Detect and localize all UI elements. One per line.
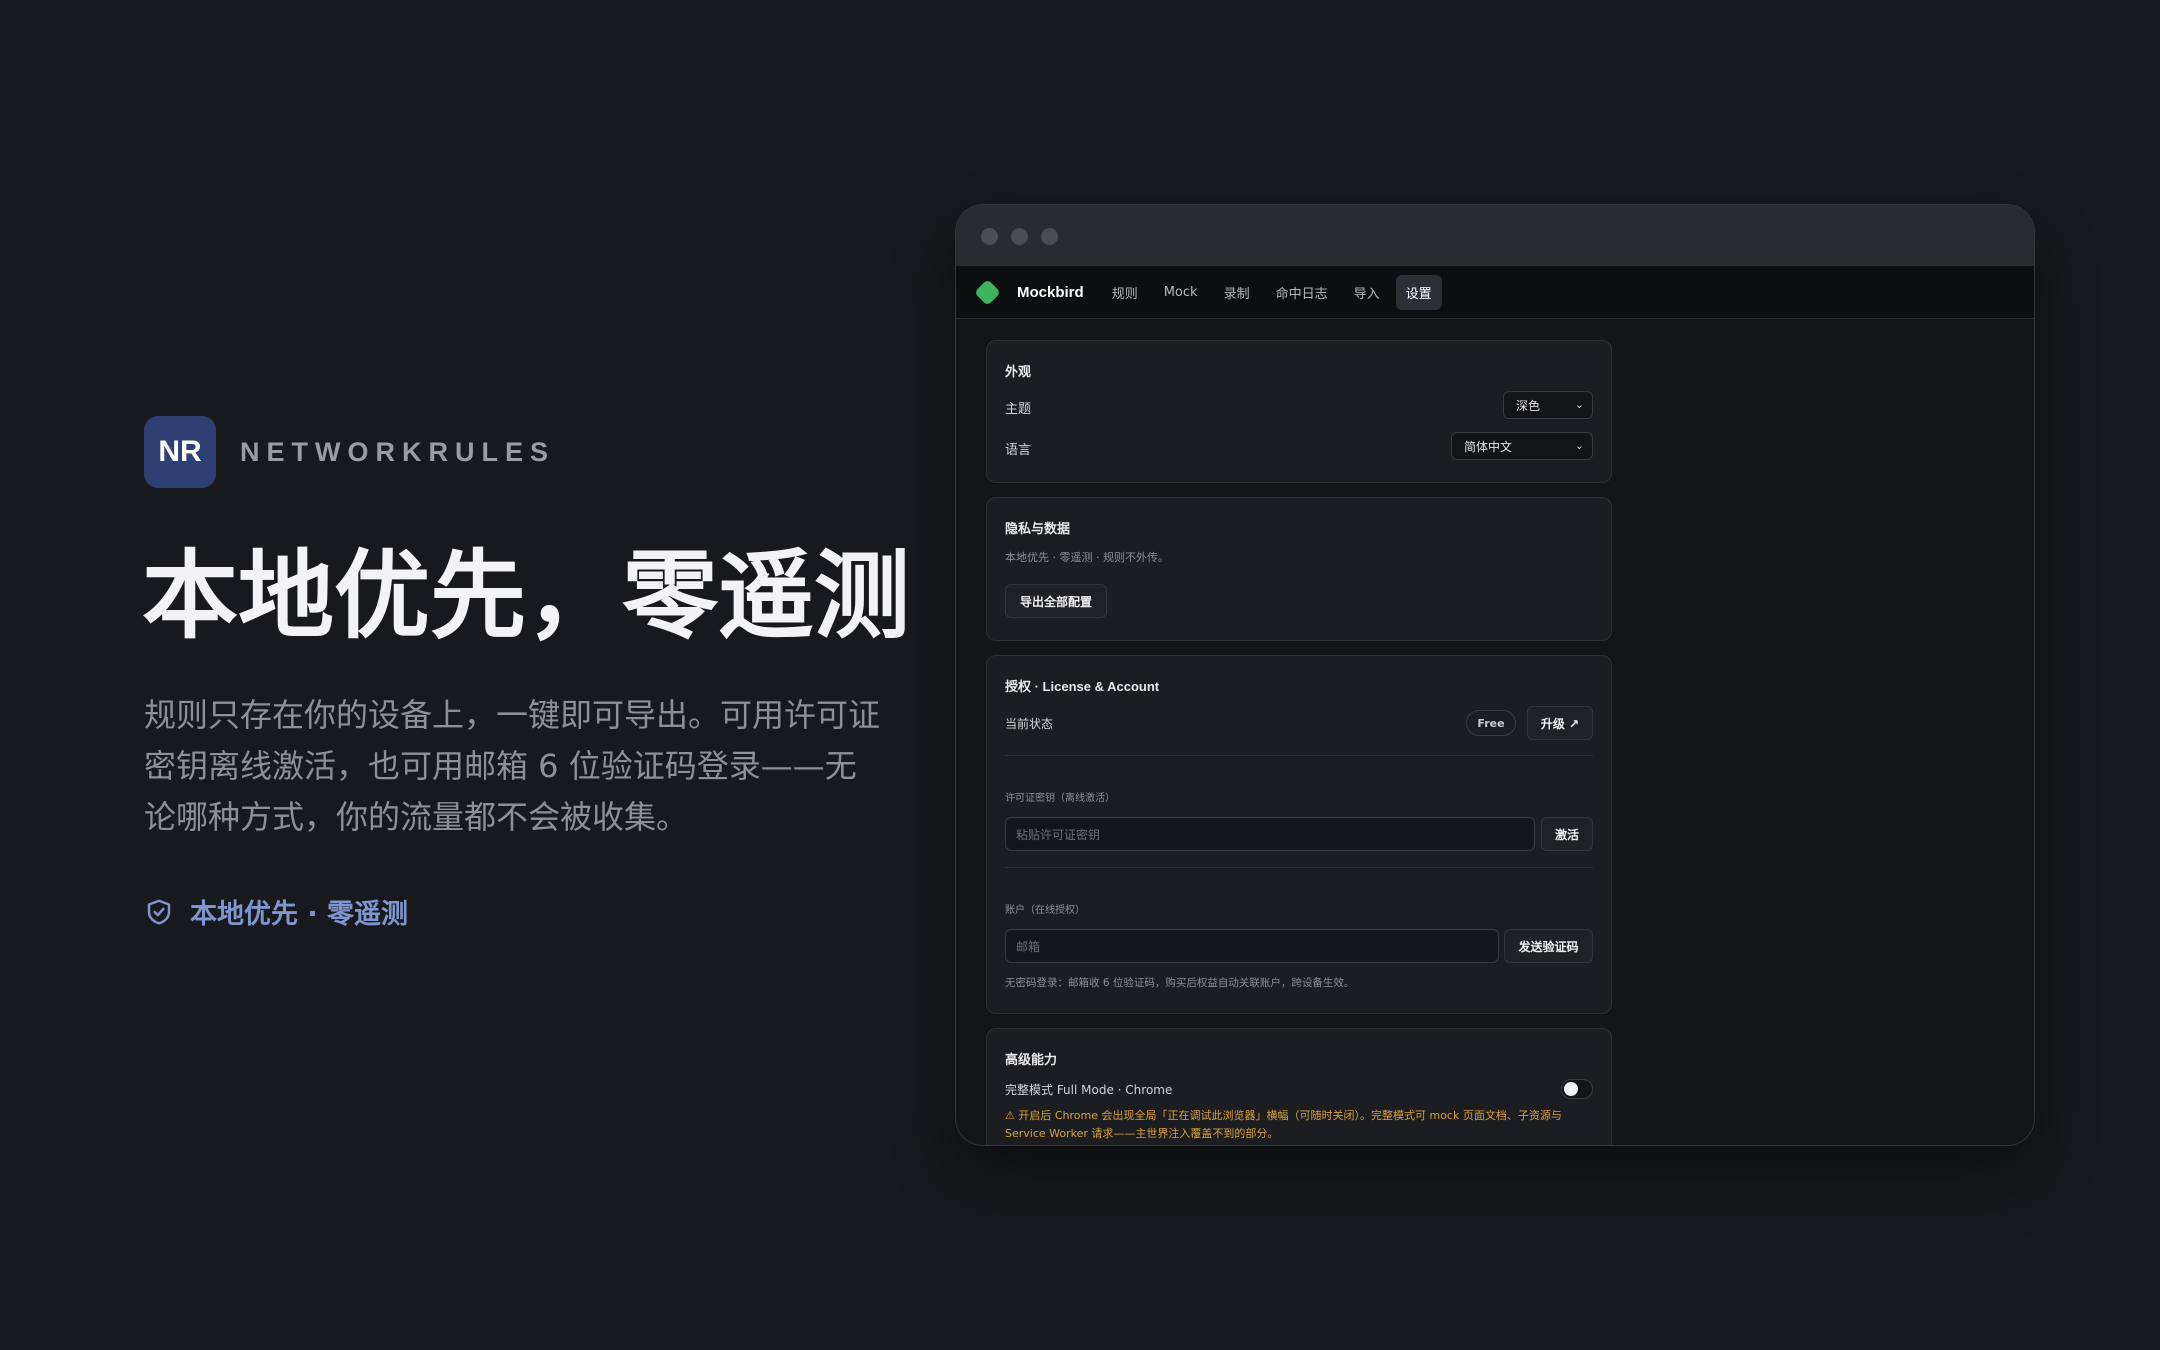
nav-tab-settings[interactable]: 设置 [1395,274,1442,310]
nav-tab-mock[interactable]: Mock [1154,277,1208,308]
window-close-dot[interactable] [981,228,998,245]
privacy-title: 隐私与数据 [1005,522,1071,537]
nav-tab-rules[interactable]: 规则 [1102,275,1148,310]
theme-select[interactable]: 深色 ⌄ [1503,391,1593,419]
window-titlebar [956,205,2034,266]
license-card: 授权 · License & Account 当前状态 Free 升级 ↗ 许可… [986,655,1612,1014]
license-key-label: 许可证密钥（离线激活） [1005,793,1115,804]
privacy-card: 隐私与数据 本地优先 · 零遥测 · 规则不外传。 导出全部配置 [986,497,1612,641]
language-select[interactable]: 简体中文 ⌄ [1451,432,1593,460]
activate-button[interactable]: 激活 [1541,817,1593,851]
hero-description: 规则只存在你的设备上，一键即可导出。可用许可证密钥离线激活，也可用邮箱 6 位验… [144,696,881,836]
hero-headline: 本地优先，零遥测 [142,540,910,652]
window-minimize-dot[interactable] [1011,228,1028,245]
chevron-down-icon: ⌄ [1574,439,1584,452]
nav-tab-record[interactable]: 录制 [1214,275,1260,310]
theme-select-value: 深色 [1516,398,1541,413]
language-label: 语言 [1005,443,1032,458]
advanced-card: 高级能力 完整模式 Full Mode · Chrome ⚠ 开启后 Chrom… [986,1028,1612,1145]
appearance-card: 外观 主题 深色 ⌄ 语言 简体中文 ⌄ [986,340,1612,483]
upgrade-button[interactable]: 升级 ↗ [1527,706,1593,740]
account-label: 账户（在线授权） [1005,905,1085,916]
app-navbar: Mockbird 规则 Mock 录制 命中日志 导入 设置 [956,266,2034,319]
nav-tab-import[interactable]: 导入 [1344,275,1390,310]
full-mode-label: 完整模式 Full Mode · Chrome [1005,1083,1173,1097]
full-mode-toggle[interactable] [1561,1079,1593,1099]
license-divider [1005,755,1593,756]
login-hint: 无密码登录：邮箱收 6 位验证码，购买后权益自动关联账户，跨设备生效。 [1005,977,1355,989]
toggle-knob [1564,1082,1578,1096]
app-window: Mockbird 规则 Mock 录制 命中日志 导入 设置 外观 主题 深色 … [955,204,2035,1146]
window-maximize-dot[interactable] [1041,228,1058,245]
license-status-label: 当前状态 [1005,717,1054,731]
appearance-title: 外观 [1005,365,1032,380]
privacy-description: 本地优先 · 零遥测 · 规则不外传。 [1005,551,1169,564]
language-select-value: 简体中文 [1464,439,1513,454]
nav-tab-hit-log[interactable]: 命中日志 [1266,275,1338,310]
full-mode-warning: ⚠ 开启后 Chrome 会出现全局「正在调试此浏览器」横幅（可随时关闭）。完整… [1005,1109,1562,1140]
advanced-title: 高级能力 [1005,1053,1058,1068]
brand: NR NETWORKRULES [144,416,555,488]
hero-tag: 本地优先 · 零遥测 [144,892,408,931]
license-key-input[interactable]: 粘贴许可证密钥 [1005,817,1535,851]
email-input[interactable]: 邮箱 [1005,929,1499,963]
send-code-button[interactable]: 发送验证码 [1504,929,1593,963]
hero-tag-label: 本地优先 · 零遥测 [190,899,409,930]
license-status-badge: Free [1466,710,1516,736]
brand-name: NETWORKRULES [240,436,555,467]
shield-check-icon [147,899,171,924]
license-title: 授权 · License & Account [1005,679,1160,694]
chevron-down-icon: ⌄ [1574,398,1584,411]
app-name: Mockbird [1017,283,1084,301]
mockbird-logo-icon [974,278,1001,306]
license-divider [1005,867,1593,868]
export-config-button[interactable]: 导出全部配置 [1005,584,1107,618]
brand-logo: NR [144,416,216,488]
theme-label: 主题 [1005,402,1032,417]
